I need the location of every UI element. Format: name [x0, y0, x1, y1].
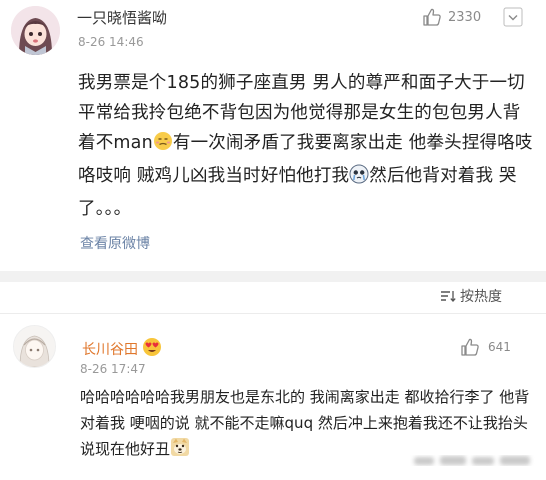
- user-avatar[interactable]: [13, 325, 56, 368]
- like-button[interactable]: 2330: [422, 5, 490, 29]
- awkward-face-emoji-icon: [153, 131, 173, 161]
- comment-timestamp: 8-26 14:46: [78, 35, 144, 49]
- view-original-weibo-link[interactable]: 查看原微博: [80, 233, 150, 253]
- more-options-button[interactable]: [503, 7, 523, 27]
- sort-label: 按热度: [460, 289, 502, 305]
- chevron-down-icon: [503, 7, 523, 27]
- username[interactable]: 一只晓悟酱呦: [77, 7, 167, 28]
- doge-emoji-icon: [170, 437, 190, 465]
- thumbs-up-icon: [461, 338, 479, 356]
- user-avatar[interactable]: [11, 6, 60, 55]
- thumbs-up-icon: [423, 8, 441, 26]
- sort-by-popularity-button[interactable]: 按热度: [440, 286, 502, 306]
- like-count: 641: [488, 340, 511, 354]
- crying-face-emoji-icon: [349, 164, 369, 194]
- avatar-illustration: [14, 326, 55, 367]
- heart-eyes-emoji-icon: [142, 337, 162, 361]
- comment-text: 我男票是个185的狮子座直男 男人的尊严和面子大于一切 平常给我拎包绝不背包因为…: [78, 68, 533, 224]
- avatar-illustration: [11, 6, 60, 55]
- username-text: 长川谷田: [82, 342, 138, 358]
- watermark-blur: [410, 450, 538, 472]
- username[interactable]: 长川谷田: [82, 337, 162, 361]
- comment-text-part: 哈哈哈哈哈哈我男朋友也是东北的 我闹离家出走 都收拾行李了 他背对着我 哽咽的说…: [80, 388, 530, 458]
- like-count: 2330: [448, 9, 482, 25]
- section-divider: [0, 271, 546, 282]
- comment-timestamp: 8-26 17:47: [80, 362, 146, 376]
- sort-icon: [441, 291, 456, 302]
- divider-line: [0, 313, 546, 314]
- like-button[interactable]: 641: [460, 337, 511, 357]
